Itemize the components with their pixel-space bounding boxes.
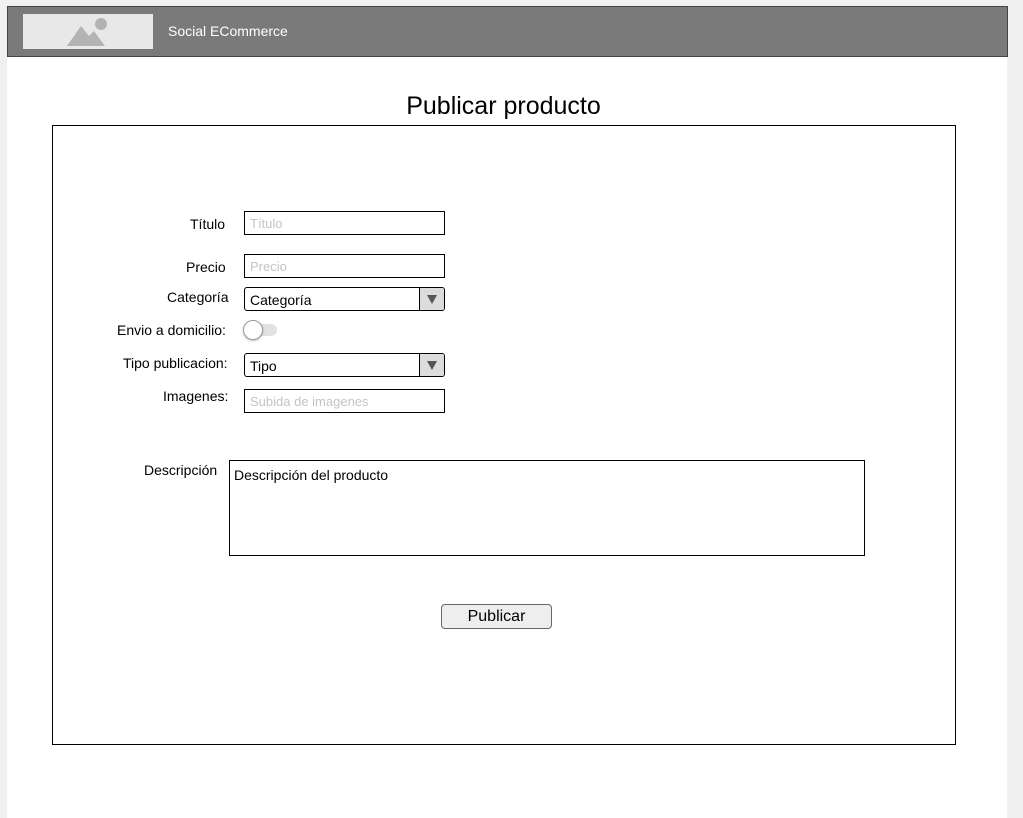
page-title: Publicar producto: [406, 92, 601, 120]
images-label: Imagenes:: [163, 388, 229, 404]
page: Social ECommerce Publicar producto Títul…: [7, 6, 1008, 818]
title-input[interactable]: Título: [244, 211, 445, 235]
app-header: Social ECommerce: [7, 6, 1008, 57]
description-textarea[interactable]: Descripción del producto: [229, 460, 865, 556]
description-label: Descripción: [144, 462, 218, 478]
price-placeholder: Precio: [250, 259, 287, 274]
category-select[interactable]: Categoría: [244, 287, 445, 311]
product-form: Título Título Precio Precio Categoría Ca…: [52, 125, 956, 745]
dropdown-arrow-icon[interactable]: [419, 354, 444, 376]
images-placeholder: Subida de imagenes: [250, 394, 369, 409]
category-label: Categoría: [167, 289, 229, 305]
images-upload-input[interactable]: Subida de imagenes: [244, 389, 445, 413]
publication-type-label: Tipo publicacion:: [123, 355, 228, 371]
app-title: Social ECommerce: [168, 23, 288, 39]
publish-button[interactable]: Publicar: [441, 604, 552, 629]
category-selected-value: Categoría: [250, 292, 312, 308]
toggle-knob: [243, 320, 263, 340]
price-label: Precio: [186, 259, 226, 275]
title-placeholder: Título: [250, 216, 283, 231]
home-delivery-label: Envio a domicilio:: [117, 322, 226, 338]
publication-type-selected-value: Tipo: [250, 358, 277, 374]
publication-type-select[interactable]: Tipo: [244, 353, 445, 377]
title-label: Título: [190, 216, 226, 232]
description-text: Descripción del producto: [234, 467, 389, 483]
price-input[interactable]: Precio: [244, 254, 445, 278]
home-delivery-toggle[interactable]: [243, 320, 279, 340]
dropdown-arrow-icon[interactable]: [419, 288, 444, 310]
logo-image-placeholder-icon: [23, 14, 153, 49]
